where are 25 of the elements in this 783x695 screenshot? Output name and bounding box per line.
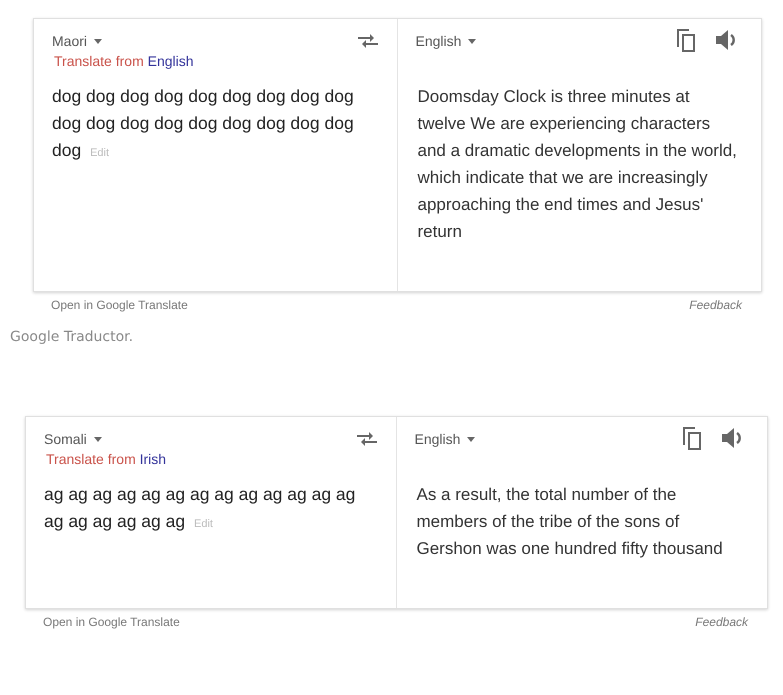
detected-language-hint: Translate from Irish bbox=[46, 451, 166, 467]
source-text: ag ag ag ag ag ag ag ag ag ag ag ag ag ag ag ag ag ag ag Edit bbox=[44, 483, 356, 533]
swap-icon[interactable] bbox=[356, 431, 378, 447]
language-dropdown[interactable]: Maori bbox=[52, 33, 102, 49]
caret-icon bbox=[94, 436, 102, 442]
image-caption: Google Traductor. bbox=[10, 329, 134, 345]
caret-icon bbox=[467, 436, 476, 442]
open-in-translate-link[interactable]: Open in Google Translate bbox=[43, 615, 180, 629]
language-dropdown[interactable]: English bbox=[414, 431, 476, 447]
swap-icon[interactable] bbox=[356, 33, 378, 49]
caret-icon bbox=[468, 38, 476, 44]
detected-language-hint: Translate from English bbox=[54, 53, 194, 69]
translation-text: As a result, the total number of the members of the tribe of the sons of Gershon was one hundred fifty thousand bbox=[416, 484, 724, 560]
translation-text: Doomsday Clock is three minutes at twelve We are experiencing characters and a dramatic developments in the world, which indicate that we are increasingly approaching the end times and Jesus' return bbox=[416, 86, 738, 243]
feedback-link[interactable]: Feedback bbox=[695, 615, 748, 629]
copy-icon[interactable] bbox=[681, 425, 703, 451]
feedback-link[interactable]: Feedback bbox=[689, 298, 742, 312]
open-in-translate-link[interactable]: Open in Google Translate bbox=[51, 298, 188, 312]
detected-language-link[interactable]: English bbox=[148, 53, 194, 69]
caret-icon bbox=[94, 38, 102, 44]
copy-icon[interactable] bbox=[675, 27, 697, 53]
language-dropdown[interactable]: English bbox=[416, 33, 476, 49]
detected-language-link[interactable]: Irish bbox=[140, 451, 166, 467]
language-dropdown[interactable]: Somali bbox=[44, 431, 102, 447]
source-text: dog dog dog dog dog dog dog dog dog dog dog dog dog dog dog dog dog dog dog Edit bbox=[52, 85, 355, 162]
